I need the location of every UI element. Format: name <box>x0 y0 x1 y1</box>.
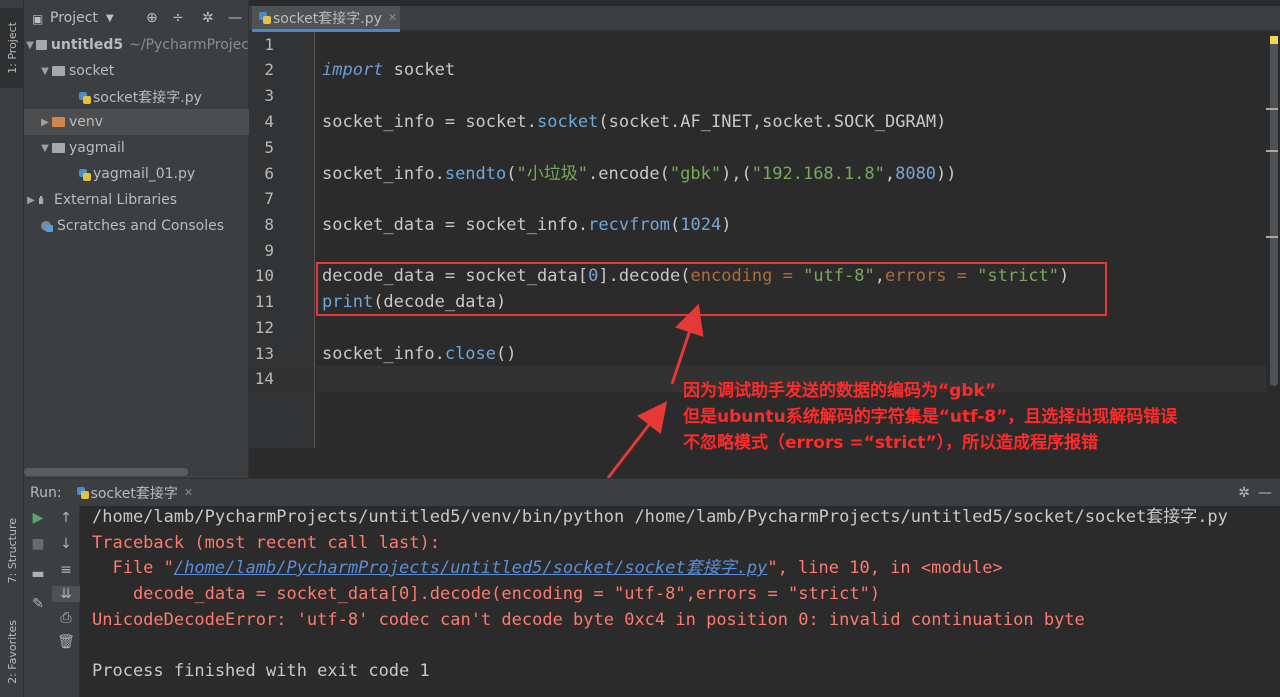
pin-icon[interactable]: ✎ <box>24 596 52 612</box>
run-label: Run: <box>30 484 62 501</box>
run-tab[interactable]: socket套接字 ✕ <box>76 483 193 503</box>
close-icon[interactable]: ✕ <box>184 486 193 499</box>
rerun-icon[interactable]: ▶ <box>24 510 52 526</box>
print-icon[interactable]: ⎙ <box>52 610 80 626</box>
layout-icon[interactable]: ▬ <box>24 566 52 582</box>
python-file-icon <box>76 486 89 499</box>
gear-icon[interactable]: ✲ <box>1238 485 1250 501</box>
console-line: decode_data = socket_data[0].decode(enco… <box>92 584 881 604</box>
arrow-down-icon[interactable]: ↓ <box>52 536 80 552</box>
run-toolbar-right: ↑ ↓ ≡ ⇊ ⎙ 🗑 <box>52 506 80 697</box>
console-line: File "/home/lamb/PycharmProjects/untitle… <box>92 558 1003 578</box>
stop-icon[interactable]: ■ <box>24 536 52 552</box>
arrow-to-code <box>670 303 704 385</box>
soft-wrap-icon[interactable]: ≡ <box>52 562 80 578</box>
console-line: /home/lamb/PycharmProjects/untitled5/ven… <box>92 507 1228 527</box>
arrow-to-output <box>606 401 668 479</box>
console-line: Traceback (most recent call last): <box>92 533 440 553</box>
trash-icon[interactable]: 🗑 <box>52 634 80 650</box>
annotation-text: 因为调试助手发送的数据的编码为“gbk” 但是ubuntu系统解码的字符集是“u… <box>683 381 1178 453</box>
hide-panel-icon[interactable]: — <box>1258 485 1272 501</box>
console-line: Process finished with exit code 1 <box>92 661 430 681</box>
scroll-to-end-icon[interactable]: ⇊ <box>52 586 80 602</box>
run-toolbar-left: ▶ ■ ▬ ✎ <box>24 506 52 697</box>
console-line: UnicodeDecodeError: 'utf-8' codec can't … <box>92 610 1085 630</box>
run-panel-header: Run: socket套接字 ✕ ✲ — <box>24 478 1280 506</box>
traceback-file-link[interactable]: /home/lamb/PycharmProjects/untitled5/soc… <box>174 558 767 578</box>
arrow-up-icon[interactable]: ↑ <box>52 510 80 526</box>
